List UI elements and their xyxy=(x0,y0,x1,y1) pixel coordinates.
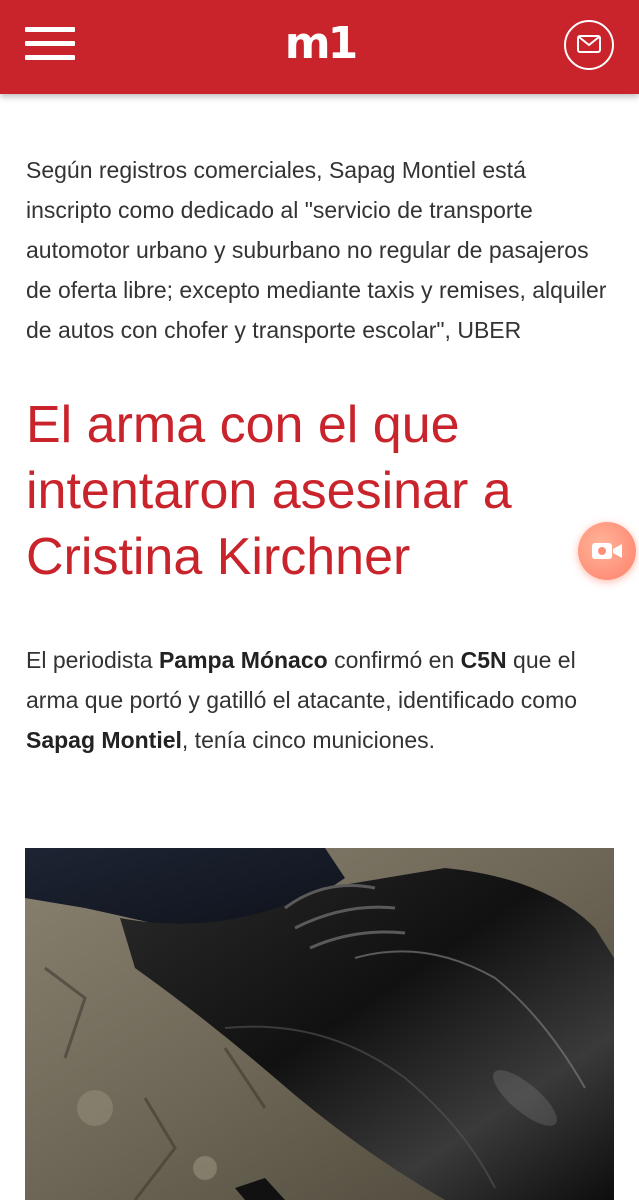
video-player-button[interactable] xyxy=(578,522,636,580)
shoe-photo-graphic xyxy=(25,848,614,1200)
top-nav-bar: m1 xyxy=(0,0,639,94)
article-paragraph: Según registros comerciales, Sapag Monti… xyxy=(26,157,607,343)
bold-text: C5N xyxy=(460,647,507,673)
paragraph-text: confirmó en xyxy=(327,647,461,673)
article-page: m1 Según registros comerciales, Sapag Mo… xyxy=(0,0,639,1200)
hamburger-menu-icon[interactable] xyxy=(25,27,75,61)
article-body: Según registros comerciales, Sapag Monti… xyxy=(26,150,616,760)
bold-text: Sapag Montiel xyxy=(26,727,182,753)
newsletter-button[interactable] xyxy=(564,20,614,70)
envelope-icon xyxy=(577,35,601,53)
article-paragraph: El periodista Pampa Mónaco confirmó en C… xyxy=(26,640,616,760)
article-photo[interactable] xyxy=(25,848,614,1200)
site-logo[interactable]: m1 xyxy=(270,18,370,70)
video-camera-icon xyxy=(592,543,622,559)
bold-text: Pampa Mónaco xyxy=(158,647,328,673)
paragraph-text: , tenía cinco municiones. xyxy=(181,727,436,753)
paragraph-text: El periodista xyxy=(26,647,159,673)
section-heading: El arma con el que intentaron asesinar a… xyxy=(26,396,512,586)
